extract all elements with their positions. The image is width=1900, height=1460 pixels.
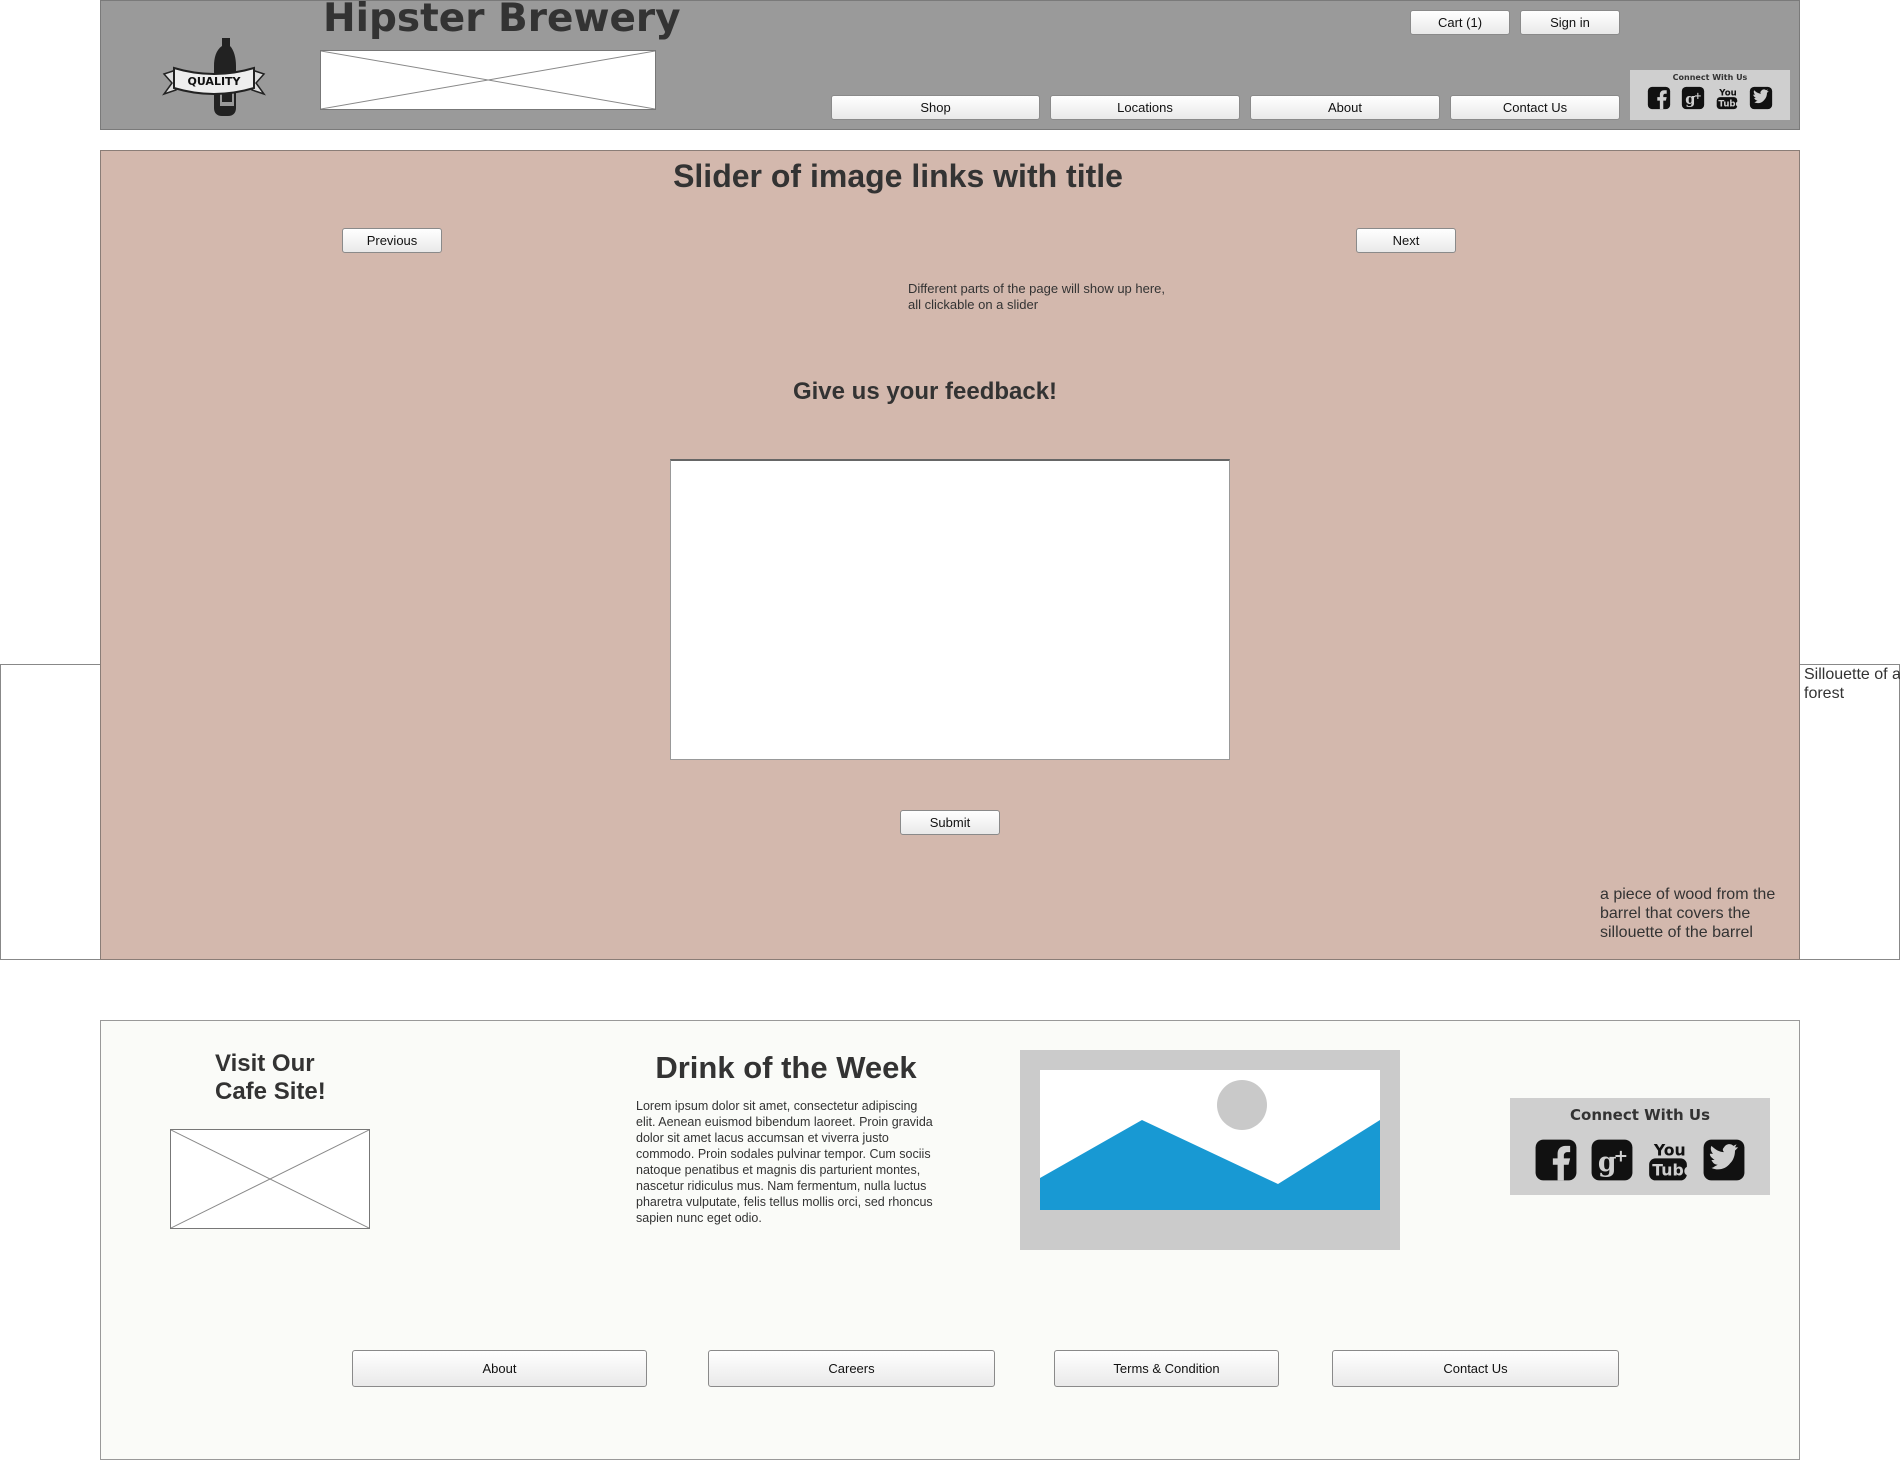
drink-image-placeholder bbox=[1020, 1050, 1400, 1250]
barrel-wood-note: a piece of wood from the barrel that cov… bbox=[1600, 886, 1776, 941]
footer-youtube-icon[interactable]: You Tube bbox=[1645, 1138, 1694, 1187]
svg-text:Tube: Tube bbox=[1652, 1161, 1691, 1180]
footer-twitter-icon[interactable] bbox=[1701, 1138, 1747, 1187]
facebook-icon[interactable] bbox=[1645, 86, 1673, 115]
footer-social-title: Connect With Us bbox=[1570, 1106, 1710, 1124]
svg-text:+: + bbox=[1694, 91, 1702, 102]
slider-previous-button[interactable]: Previous bbox=[342, 228, 442, 253]
brand-title: Hipster Brewery bbox=[323, 0, 681, 41]
footer-about-button[interactable]: About bbox=[352, 1350, 647, 1387]
cafe-site-image-link[interactable] bbox=[170, 1129, 370, 1229]
footer-facebook-icon[interactable] bbox=[1533, 1138, 1579, 1187]
nav-shop[interactable]: Shop bbox=[831, 95, 1040, 120]
drink-of-week-title: Drink of the Week bbox=[655, 1050, 917, 1085]
forest-silhouette-note: Sillouette of a forest bbox=[1804, 666, 1900, 702]
youtube-icon[interactable]: You Tube bbox=[1713, 86, 1742, 115]
left-side-panel bbox=[0, 664, 102, 960]
visit-cafe-heading: Visit Our Cafe Site! bbox=[215, 1050, 326, 1105]
header-social-box: Connect With Us g + You Tube bbox=[1630, 70, 1790, 120]
feedback-textarea[interactable] bbox=[670, 459, 1230, 760]
footer-contact-us-button[interactable]: Contact Us bbox=[1332, 1350, 1619, 1387]
svg-text:Tube: Tube bbox=[1718, 100, 1741, 110]
svg-text:+: + bbox=[1614, 1147, 1628, 1167]
right-side-panel bbox=[1798, 664, 1900, 960]
brewery-logo[interactable]: QUALITY bbox=[158, 36, 270, 118]
footer-google-plus-icon[interactable]: g + bbox=[1589, 1138, 1635, 1187]
landscape-image-icon bbox=[1040, 1070, 1380, 1210]
slider-title: Slider of image links with title bbox=[673, 158, 1123, 194]
slider-next-button[interactable]: Next bbox=[1356, 228, 1456, 253]
submit-button[interactable]: Submit bbox=[900, 810, 1000, 835]
sign-in-button[interactable]: Sign in bbox=[1520, 10, 1620, 35]
cart-button[interactable]: Cart (1) bbox=[1410, 10, 1510, 35]
footer-section bbox=[100, 1020, 1800, 1460]
feedback-title: Give us your feedback! bbox=[792, 378, 1058, 405]
nav-locations[interactable]: Locations bbox=[1050, 95, 1240, 120]
footer-careers-button[interactable]: Careers bbox=[708, 1350, 995, 1387]
google-plus-icon[interactable]: g + bbox=[1679, 86, 1707, 115]
twitter-icon[interactable] bbox=[1747, 86, 1775, 115]
svg-text:You: You bbox=[1718, 88, 1736, 98]
slider-note: Different parts of the page will show up… bbox=[908, 281, 1166, 312]
header-image-placeholder bbox=[320, 50, 656, 110]
footer-terms-button[interactable]: Terms & Condition bbox=[1054, 1350, 1279, 1387]
nav-about[interactable]: About bbox=[1250, 95, 1440, 120]
footer-social-box: Connect With Us g + You Tube bbox=[1510, 1098, 1770, 1195]
header-social-title: Connect With Us bbox=[1672, 73, 1748, 82]
logo-text: QUALITY bbox=[187, 75, 241, 88]
svg-text:You: You bbox=[1653, 1140, 1686, 1159]
nav-contact-us[interactable]: Contact Us bbox=[1450, 95, 1620, 120]
drink-of-week-text: Lorem ipsum dolor sit amet, consectetur … bbox=[636, 1099, 933, 1225]
